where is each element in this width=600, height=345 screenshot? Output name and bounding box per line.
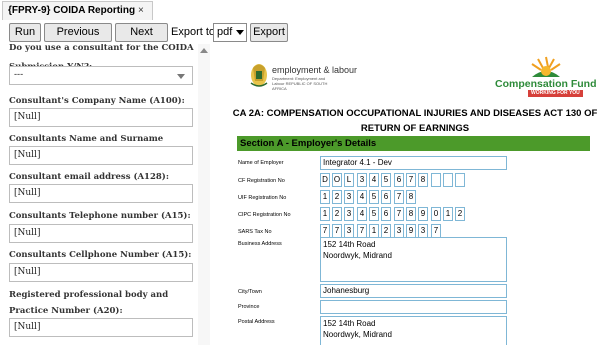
postal-address-label: Postal Address [238,319,275,325]
digit-box: 7 [406,173,416,187]
field-label: Registered professional body and Practic… [9,290,169,316]
digit-box: 2 [332,190,342,204]
run-button[interactable]: Run [9,23,41,42]
consultant-select[interactable]: --- [9,66,193,85]
consultant-email-input[interactable]: [Null] [9,184,193,203]
professional-body-input[interactable]: [Null] [9,318,193,337]
digit-box: 3 [357,173,367,187]
cf-registration-label: CF Registration No [238,178,285,184]
digit-box: 3 [344,207,354,221]
consultant-select-value: --- [14,70,24,80]
province-label: Province [238,304,260,310]
digit-box: L [344,173,354,187]
province-field [320,300,507,314]
city-field: Johanesburg [320,284,507,298]
tab-coida-reporting[interactable]: {FPRY-9} COIDA Reporting × [2,1,153,20]
cf-name: Compensation Fund [495,78,597,90]
chevron-down-icon [177,74,185,79]
cf-tagline: WORKING FOR YOU [528,90,583,97]
chevron-down-icon [236,30,244,35]
digit-box: 8 [406,190,416,204]
export-format-value: pdf [217,26,233,38]
digit-box: O [332,173,342,187]
digit-box: 3 [344,190,354,204]
business-address-line1: 152 14th Road [323,240,376,249]
business-address-line2: Noordwyk, Midrand [323,251,392,260]
digit-box: 1 [443,207,453,221]
digit-box [431,173,441,187]
previous-page-button[interactable]: Previous Page [44,23,112,55]
digit-box: 2 [332,207,342,221]
postal-address-line1: 152 14th Road [323,319,376,328]
scroll-up-icon[interactable] [200,48,208,53]
digit-box: 5 [381,173,391,187]
export-button[interactable]: Export [250,23,288,42]
digit-box: 9 [406,224,416,238]
digit-box: 3 [418,224,428,238]
digit-box [455,173,465,187]
digit-box: 6 [394,173,404,187]
digit-box: 7 [320,224,330,238]
digit-box: 1 [320,190,330,204]
employer-name-label: Name of Employer [238,160,284,166]
consultant-telephone-input[interactable]: [Null] [9,224,193,243]
consultant-cellphone-input[interactable]: [Null] [9,263,193,282]
business-address-label: Business Address [238,241,282,247]
digit-box: 6 [381,207,391,221]
document-title: CA 2A: COMPENSATION OCCUPATIONAL INJURIE… [232,108,598,134]
digit-box: 7 [394,207,404,221]
digit-box: 2 [455,207,465,221]
export-format-select[interactable]: pdf [213,23,247,42]
dol-name: employment & labour [272,65,358,75]
dol-subtext: Department: Employment and Labour REPUBL… [272,76,328,91]
export-to-label: Export to: [171,26,219,38]
panel-scrollbar[interactable] [198,44,210,345]
digit-box: 4 [369,173,379,187]
cipc-registration-label: CIPC Registration No [238,212,291,218]
digit-box: 1 [369,224,379,238]
company-name-input[interactable]: [Null] [9,108,193,127]
digit-box: 1 [320,207,330,221]
digit-box: 7 [357,224,367,238]
report-document: employment & labour Department: Employme… [210,44,600,345]
tab-bar: {FPRY-9} COIDA Reporting × [0,0,600,20]
next-page-button[interactable]: Next Page [115,23,168,55]
digit-box: 9 [418,207,428,221]
digit-box: 7 [431,224,441,238]
postal-address-field: 152 14th Road Noordwyk, Midrand [320,316,507,345]
digit-box: 8 [406,207,416,221]
digit-box: 4 [357,190,367,204]
city-label: City/Town [238,289,262,295]
digit-box: 7 [394,190,404,204]
postal-address-line2: Noordwyk, Midrand [323,330,392,339]
digit-box: 6 [381,190,391,204]
digit-box: 5 [369,190,379,204]
digit-box: 8 [418,173,428,187]
section-a-header: Section A - Employer's Details [237,136,590,151]
sars-tax-label: SARS Tax No [238,229,272,235]
digit-box: 5 [369,207,379,221]
digit-box: 3 [344,224,354,238]
digit-box: 0 [431,207,441,221]
consultant-name-input[interactable]: [Null] [9,146,193,165]
digit-box: 7 [332,224,342,238]
digit-box: 3 [394,224,404,238]
report-toolbar: Run Previous Page Next Page Export to: p… [0,20,600,55]
parameter-panel: Do you use a consultant for the COIDA Su… [0,44,198,345]
employer-name-field: Integrator 4.1 - Dev [320,156,507,170]
field-label: Consultants Cellphone Number (A15): [9,250,192,260]
digit-box: D [320,173,330,187]
tab-title: {FPRY-9} COIDA Reporting [8,5,136,16]
close-icon[interactable]: × [138,5,144,16]
business-address-field: 152 14th Road Noordwyk, Midrand [320,237,507,282]
digit-box [443,173,453,187]
field-label: Consultant's Company Name (A100): [9,96,185,106]
field-label: Consultant email address (A128): [9,172,169,182]
uif-registration-label: UIF Registration No [238,195,287,201]
field-label: Consultants Telephone number (A15): [9,211,191,221]
digit-box: 2 [381,224,391,238]
digit-box: 4 [357,207,367,221]
